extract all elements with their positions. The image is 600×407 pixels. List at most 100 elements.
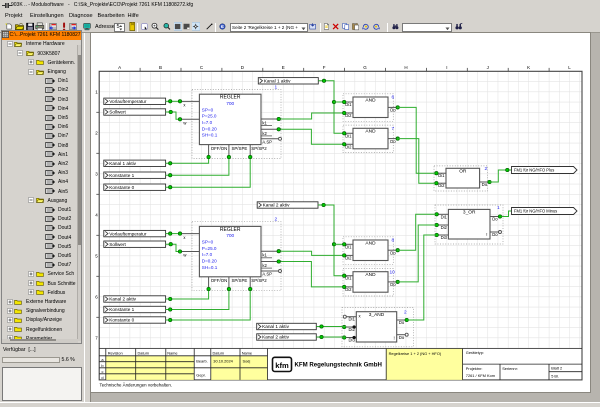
svg-text:E: E (282, 65, 285, 70)
svg-text:Di1: Di1 (345, 276, 352, 281)
svg-text:2: 2 (275, 217, 278, 223)
svg-text:700: 700 (226, 233, 234, 239)
svg-text:Do: Do (390, 282, 396, 287)
svg-text:OFF/ON: OFF/ON (211, 146, 228, 151)
svg-text:Di1: Di1 (345, 133, 352, 138)
svg-text:Vorlauftemperatur: Vorlauftemperatur (109, 99, 147, 104)
svg-text:Konstante 1: Konstante 1 (109, 173, 134, 178)
svg-text:Do: Do (482, 182, 488, 187)
svg-text:Kanal 2 aktiv: Kanal 2 aktiv (263, 203, 290, 208)
svg-text:Name: Name (242, 350, 252, 355)
svg-text:AND: AND (365, 97, 376, 103)
svg-text:2: 2 (404, 309, 407, 315)
svg-text:7: 7 (392, 126, 395, 132)
svg-text:Di2: Di2 (345, 113, 352, 118)
svg-text:Bearb.: Bearb. (196, 359, 207, 364)
svg-text:Regelkreise 1 + 2 (NG + HFO): Regelkreise 1 + 2 (NG + HFO) (389, 351, 442, 356)
svg-text:G: G (363, 65, 367, 70)
svg-text:Di3: Di3 (441, 235, 448, 240)
svg-text:D=0.20: D=0.20 (202, 126, 217, 131)
svg-text:SP/SP2: SP/SP2 (251, 278, 267, 283)
svg-text:Di2: Di2 (438, 183, 445, 188)
svg-text:kfm: kfm (275, 361, 289, 370)
svg-text:3_AND: 3_AND (369, 312, 385, 318)
svg-text:SH=0.1: SH=0.1 (202, 265, 218, 270)
svg-text:SP/SP2: SP/SP2 (251, 146, 267, 151)
svg-text:K: K (527, 65, 530, 70)
svg-text:OR: OR (459, 169, 467, 175)
svg-text:A: A (118, 65, 121, 70)
svg-text:1: 1 (497, 205, 500, 211)
svg-text:Konstante 0: Konstante 0 (109, 318, 134, 323)
svg-text:5 Bl.: 5 Bl. (551, 373, 559, 378)
svg-text:Blatt 2: Blatt 2 (551, 366, 562, 371)
svg-text:700: 700 (226, 101, 234, 107)
svg-text:Sollwert: Sollwert (109, 110, 126, 115)
svg-text:Kanal 1 aktiv: Kanal 1 aktiv (264, 79, 291, 84)
svg-text:Di2: Di2 (441, 225, 448, 230)
svg-text:SP/SPE: SP/SPE (231, 146, 247, 151)
svg-text:k1: k1 (262, 121, 267, 126)
svg-text:Gerätetyp:: Gerätetyp: (466, 350, 484, 355)
svg-text:P=25.0: P=25.0 (202, 114, 217, 119)
svg-text:1: 1 (275, 84, 278, 90)
svg-text:6: 6 (392, 95, 395, 101)
svg-text:Projektnr:: Projektnr: (466, 366, 483, 371)
svg-text:2: 2 (485, 166, 488, 172)
svg-text:k2: k2 (262, 131, 267, 136)
svg-text:Vorlauftemperatur: Vorlauftemperatur (109, 231, 147, 236)
svg-text:Do: Do (492, 217, 498, 222)
svg-text:d: d (101, 375, 103, 380)
svg-text:Kanal 1 aktiv: Kanal 1 aktiv (109, 161, 136, 166)
svg-text:A.SP: A.SP (262, 139, 272, 144)
svg-text:Do: Do (492, 232, 498, 237)
svg-text:FM1 für NG/HFO Minus: FM1 für NG/HFO Minus (514, 209, 557, 214)
svg-text:!: ! (394, 336, 395, 341)
svg-text:Datum: Datum (138, 350, 149, 355)
svg-text:Kanal 1 aktiv: Kanal 1 aktiv (262, 324, 289, 329)
svg-text:Di2: Di2 (345, 144, 352, 149)
svg-text:Sollwert: Sollwert (109, 242, 126, 247)
svg-text:Konstante 1: Konstante 1 (109, 307, 134, 312)
svg-text:B: B (159, 65, 162, 70)
svg-text:Di2: Di2 (345, 255, 352, 260)
svg-text:Di1: Di1 (349, 317, 356, 322)
svg-text:P=25.0: P=25.0 (202, 246, 217, 251)
svg-text:c: c (102, 369, 104, 374)
svg-text:F: F (323, 65, 326, 70)
svg-text:SH=0.1: SH=0.1 (202, 133, 218, 138)
svg-text:D=0.20: D=0.20 (202, 259, 217, 264)
svg-text:KFM Regelungstechnik GmbH: KFM Regelungstechnik GmbH (295, 361, 382, 368)
svg-text:30.10.2024: 30.10.2024 (213, 359, 233, 364)
svg-text:7261 / KFM Kom: 7261 / KFM Kom (466, 373, 495, 378)
svg-text:Soé|: Soé| (243, 359, 251, 364)
svg-text:REGLER: REGLER (220, 227, 241, 233)
svg-text:REGLER: REGLER (220, 95, 241, 101)
svg-text:OFF/ON: OFF/ON (211, 278, 228, 283)
svg-text:SP=0: SP=0 (202, 240, 214, 245)
svg-text:k1: k1 (262, 253, 267, 258)
svg-text:A.SP: A.SP (262, 272, 272, 277)
svg-text:Do: Do (390, 108, 396, 113)
svg-text:Di1: Di1 (438, 173, 445, 178)
svg-text:Revision: Revision (108, 350, 123, 355)
svg-text:I=7.0: I=7.0 (202, 120, 213, 125)
svg-text:J: J (487, 65, 489, 70)
svg-text:AND: AND (365, 272, 376, 278)
svg-text:Do: Do (399, 320, 405, 325)
svg-text:Kanal 2 aktiv: Kanal 2 aktiv (109, 297, 136, 302)
svg-text:k2: k2 (262, 263, 267, 268)
svg-text:Name: Name (167, 350, 177, 355)
svg-text:H: H (404, 65, 407, 70)
svg-text:Datum: Datum (213, 350, 224, 355)
svg-text:I: I (446, 65, 447, 70)
svg-text:Seriennr:: Seriennr: (502, 366, 518, 371)
svg-text:SP/SPE: SP/SPE (231, 278, 247, 283)
svg-text:Konstante 0: Konstante 0 (109, 185, 134, 190)
svg-text:Di2: Di2 (345, 287, 352, 292)
svg-text:Di1: Di1 (345, 102, 352, 107)
svg-text:3_OR: 3_OR (463, 210, 476, 216)
svg-text:FM1 für NG/HFO Plus: FM1 für NG/HFO Plus (514, 168, 554, 173)
svg-text:I=7.0: I=7.0 (202, 252, 213, 257)
svg-text:Technische Änderungen vorbehal: Technische Änderungen vorbehalten. (100, 383, 173, 388)
